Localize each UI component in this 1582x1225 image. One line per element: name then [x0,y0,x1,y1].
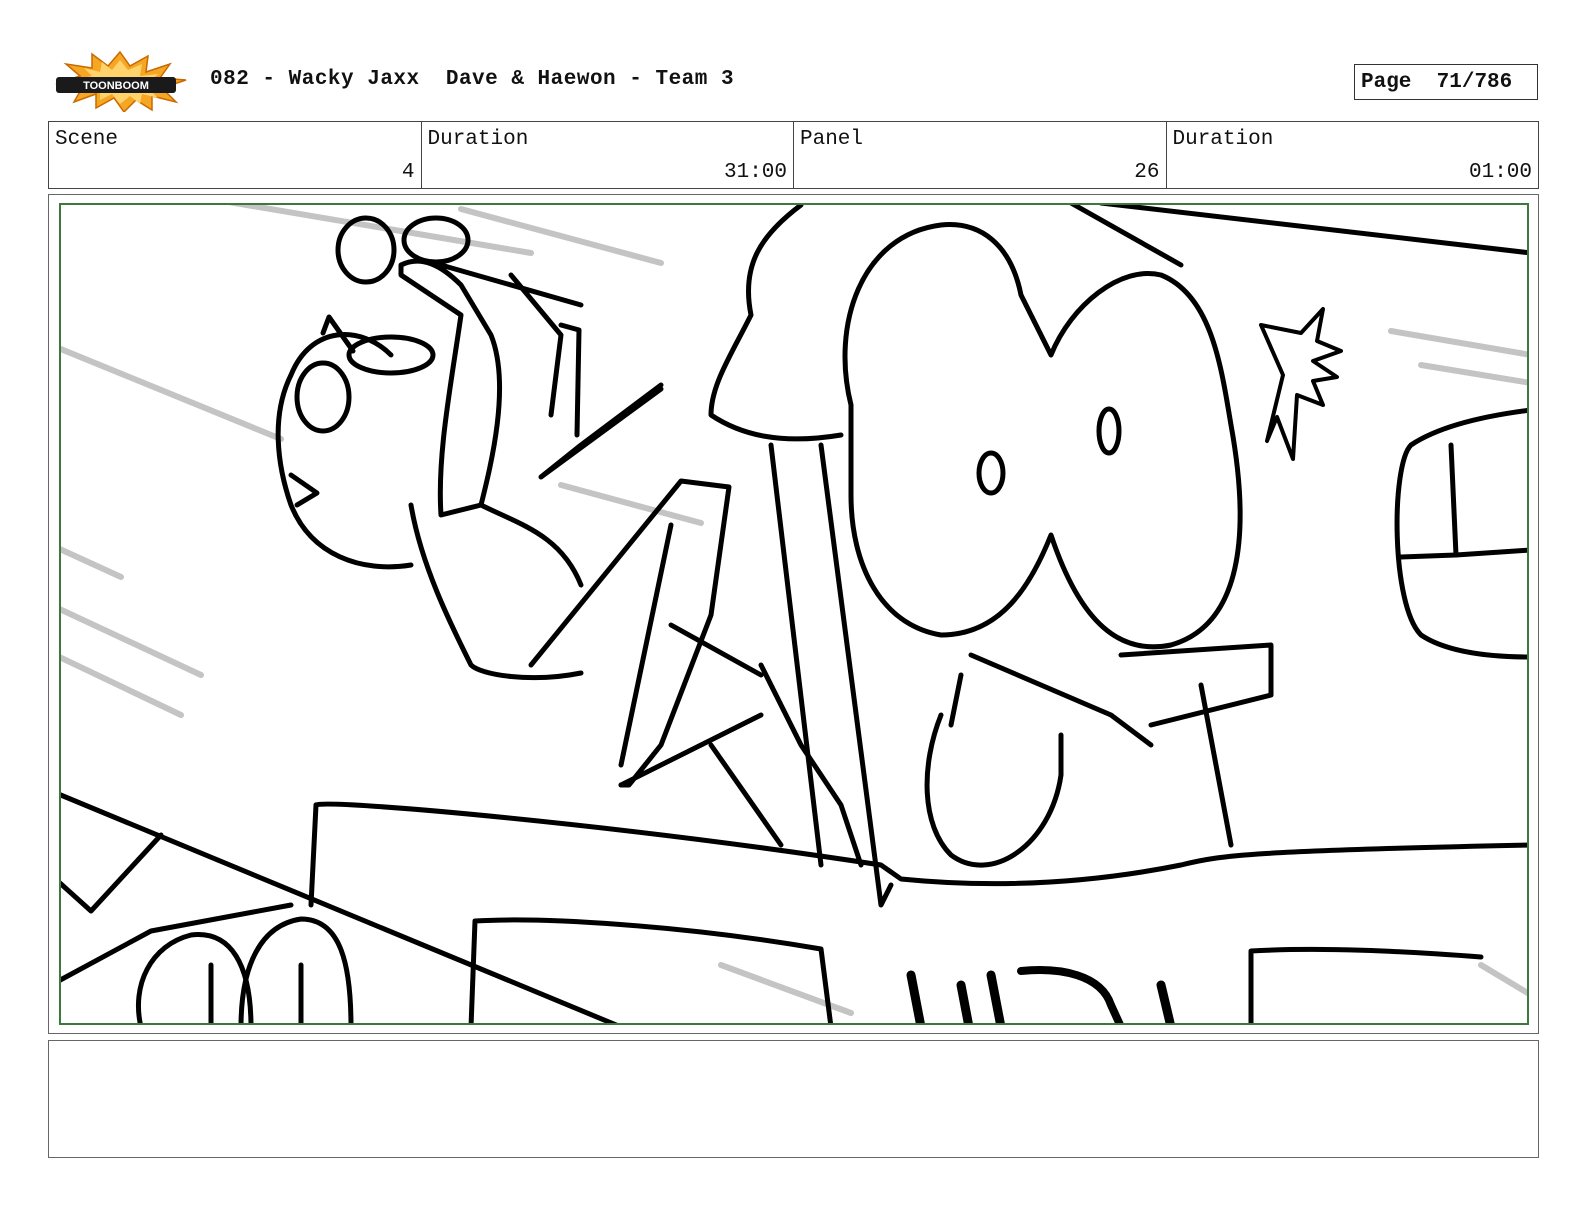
scene-duration-value: 31:00 [723,161,787,184]
panel-cell: Panel 26 [794,122,1167,188]
panel-info-row: Scene 4 Duration 31:00 Panel 26 Duration… [48,121,1539,189]
page-number: 71/786 [1436,70,1513,94]
page-label: Page [1361,70,1412,94]
panel-label: Panel [800,128,864,151]
panel-value: 26 [1134,161,1160,184]
scene-duration-cell: Duration 31:00 [422,122,794,188]
scene-duration-label: Duration [427,128,529,151]
page-title: 082 - Wacky Jaxx Dave & Haewon - Team 3 [210,68,735,91]
toonboom-logo: TOONBOOM [52,50,188,114]
scene-value: 4 [401,161,415,184]
panel-duration-value: 01:00 [1468,161,1532,184]
ink-lines [61,205,1527,1023]
page-indicator: Page 71/786 [1354,64,1538,100]
panel-duration-cell: Duration 01:00 [1167,122,1539,188]
logo-text: TOONBOOM [83,80,149,92]
scene-label: Scene [55,128,119,151]
storyboard-sketch [59,203,1529,1025]
panel-duration-label: Duration [1172,128,1274,151]
impact-burst-icon [1259,307,1343,461]
scene-cell: Scene 4 [49,122,422,188]
panel-notes-area [48,1040,1539,1158]
